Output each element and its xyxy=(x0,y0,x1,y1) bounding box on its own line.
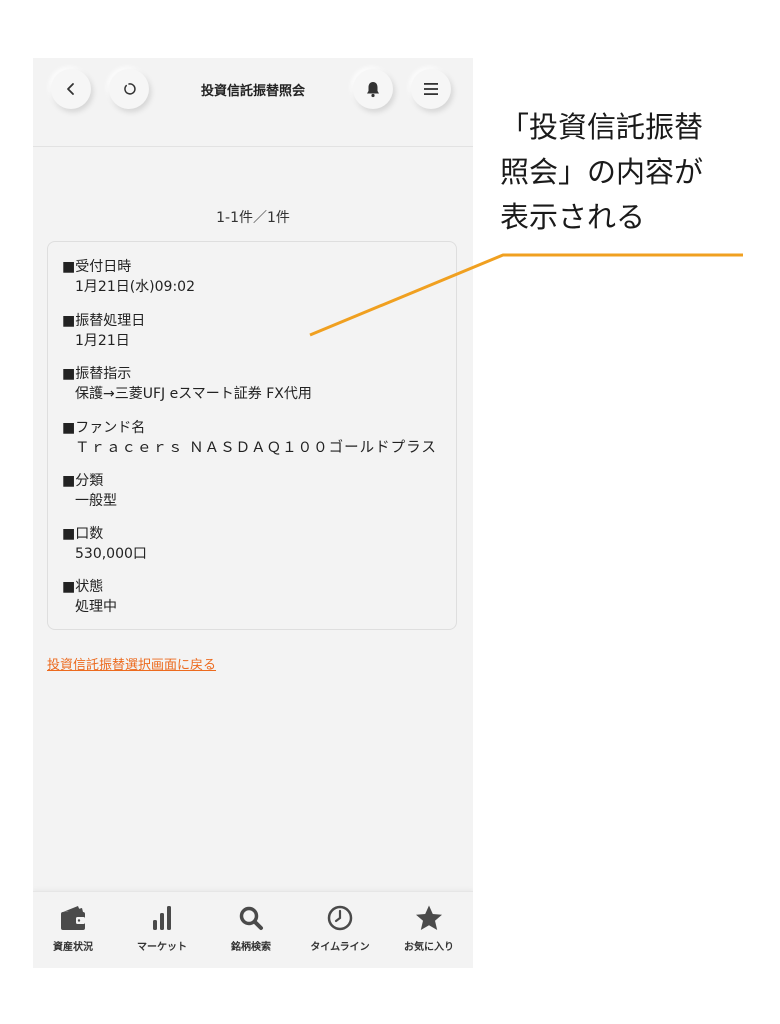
tab-search-label: 銘柄検索 xyxy=(231,942,271,953)
bar-chart-icon xyxy=(153,906,171,930)
transfer-instruction-value: 保護→三菱UFJ eスマート証券 FX代用 xyxy=(75,386,312,402)
menu-button[interactable] xyxy=(411,69,451,109)
units: ■口数 530,000口 xyxy=(62,524,147,564)
tab-favorites-label: お気に入り xyxy=(404,942,454,953)
back-to-selection-link[interactable]: 投資信託振替選択画面に戻る xyxy=(47,654,216,673)
fund-name-value: Ｔｒａｃｅｒｓ ＮＡＳＤＡＱ１００ゴールドプラス xyxy=(75,440,437,456)
header: 投資信託振替照会 xyxy=(33,58,473,147)
fund-category: ■分類 一般型 xyxy=(62,471,117,511)
search-icon xyxy=(239,906,263,930)
status: ■状態 処理中 xyxy=(62,577,117,617)
star-icon xyxy=(416,905,442,930)
tab-favorites[interactable]: お気に入り xyxy=(389,900,469,964)
tab-assets-label: 資産状況 xyxy=(53,942,93,953)
received-datetime: ■受付日時 1月21日(水)09:02 xyxy=(62,257,195,297)
transfer-date-label: ■振替処理日 xyxy=(62,313,146,329)
transfer-detail-card: ■受付日時 1月21日(水)09:02 ■振替処理日 1月21日 ■振替指示 保… xyxy=(47,241,457,630)
wallet-icon xyxy=(61,906,85,930)
transfer-instruction: ■振替指示 保護→三菱UFJ eスマート証券 FX代用 xyxy=(62,364,312,404)
hamburger-menu-icon xyxy=(424,83,438,95)
page: 投資信託振替照会 1-1件／1件 ■受付日時 1月21日(水)09:02 ■振替… xyxy=(0,0,780,1024)
page-title: 投資信託振替照会 xyxy=(200,84,305,99)
bottom-tab-bar: 資産状況 マーケット 銘柄検索 タイムライン お気に入り xyxy=(33,891,473,968)
transfer-instruction-label: ■振替指示 xyxy=(62,366,132,382)
fund-name-label: ■ファンド名 xyxy=(62,420,146,436)
transfer-date: ■振替処理日 1月21日 xyxy=(62,311,145,351)
fund-category-value: 一般型 xyxy=(75,493,117,509)
fund-category-label: ■分類 xyxy=(62,473,104,489)
fund-name: ■ファンド名 Ｔｒａｃｅｒｓ ＮＡＳＤＡＱ１００ゴールドプラス xyxy=(62,418,437,458)
notification-button[interactable] xyxy=(353,69,393,109)
transfer-date-value: 1月21日 xyxy=(75,333,130,349)
tab-market[interactable]: マーケット xyxy=(122,900,202,964)
annotation-text: 「投資信託振替 照会」の内容が 表示される xyxy=(500,110,704,234)
status-value: 処理中 xyxy=(75,599,117,615)
units-value: 530,000口 xyxy=(75,546,147,562)
received-datetime-label: ■受付日時 xyxy=(62,259,132,275)
phone-screen: 投資信託振替照会 1-1件／1件 ■受付日時 1月21日(水)09:02 ■振替… xyxy=(33,58,473,968)
clock-icon xyxy=(327,905,353,931)
tab-market-label: マーケット xyxy=(137,942,187,953)
status-label: ■状態 xyxy=(62,579,104,595)
tab-timeline-label: タイムライン xyxy=(310,942,370,953)
tab-search[interactable]: 銘柄検索 xyxy=(211,900,291,964)
result-count: 1-1件／1件 xyxy=(216,210,290,226)
bell-icon xyxy=(367,82,379,98)
received-datetime-value: 1月21日(水)09:02 xyxy=(75,279,195,295)
tab-timeline[interactable]: タイムライン xyxy=(300,900,380,964)
tab-assets[interactable]: 資産状況 xyxy=(33,900,113,964)
units-label: ■口数 xyxy=(62,526,104,542)
